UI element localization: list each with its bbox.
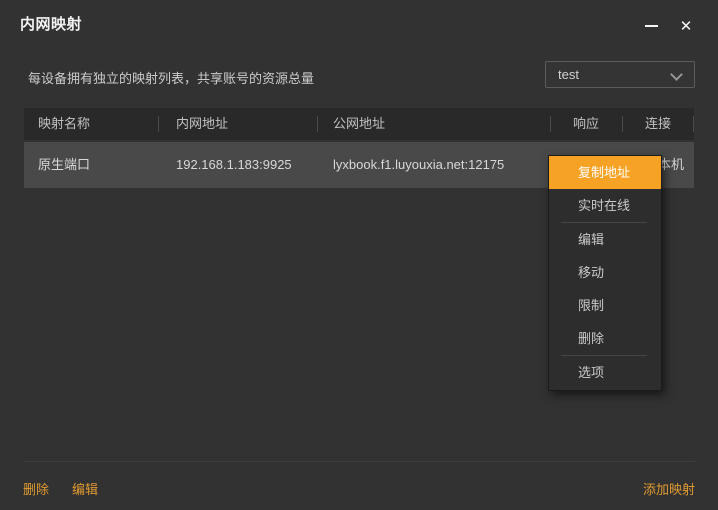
edit-link[interactable]: 编辑 <box>72 479 98 498</box>
delete-link[interactable]: 删除 <box>23 479 49 498</box>
cell-lan-address: 192.168.1.183:9925 <box>176 157 292 172</box>
device-select[interactable]: test <box>545 61 695 88</box>
add-mapping-link[interactable]: 添加映射 <box>643 479 695 498</box>
close-icon: ✕ <box>679 18 693 35</box>
menu-item-move[interactable]: 移动 <box>549 256 661 289</box>
menu-item-delete[interactable]: 删除 <box>549 322 661 355</box>
chevron-down-icon <box>670 68 683 81</box>
menu-item-edit[interactable]: 编辑 <box>549 223 661 256</box>
device-select-value: test <box>558 67 579 82</box>
menu-item-realtime-online[interactable]: 实时在线 <box>549 189 661 222</box>
context-menu: 复制地址 实时在线 编辑 移动 限制 删除 选项 <box>548 155 662 391</box>
cell-wan-address: lyxbook.f1.luyouxia.net:12175 <box>333 157 505 172</box>
minimize-icon <box>644 25 658 27</box>
footer-divider <box>23 461 695 462</box>
title-bar: 内网映射 ✕ <box>0 0 718 48</box>
cell-mapping-name: 原生端口 <box>38 157 91 172</box>
close-button[interactable]: ✕ <box>670 11 702 41</box>
menu-item-limit[interactable]: 限制 <box>549 289 661 322</box>
window-title: 内网映射 <box>20 16 83 33</box>
column-header-name: 映射名称 <box>38 116 91 131</box>
column-header-wan-address: 公网地址 <box>317 108 550 140</box>
column-header-response: 响应 <box>550 108 622 140</box>
table-header: 映射名称 内网地址 公网地址 响应 连接 <box>24 108 694 140</box>
menu-item-options[interactable]: 选项 <box>549 356 661 389</box>
menu-item-copy-address[interactable]: 复制地址 <box>549 156 661 189</box>
subtitle-text: 每设备拥有独立的映射列表，共享账号的资源总量 <box>28 71 315 86</box>
app-window: 内网映射 ✕ 每设备拥有独立的映射列表，共享账号的资源总量 test 映射名称 … <box>0 0 718 510</box>
column-header-lan-address: 内网地址 <box>158 108 317 140</box>
column-header-connection: 连接 <box>622 108 694 140</box>
minimize-button[interactable] <box>635 11 667 41</box>
